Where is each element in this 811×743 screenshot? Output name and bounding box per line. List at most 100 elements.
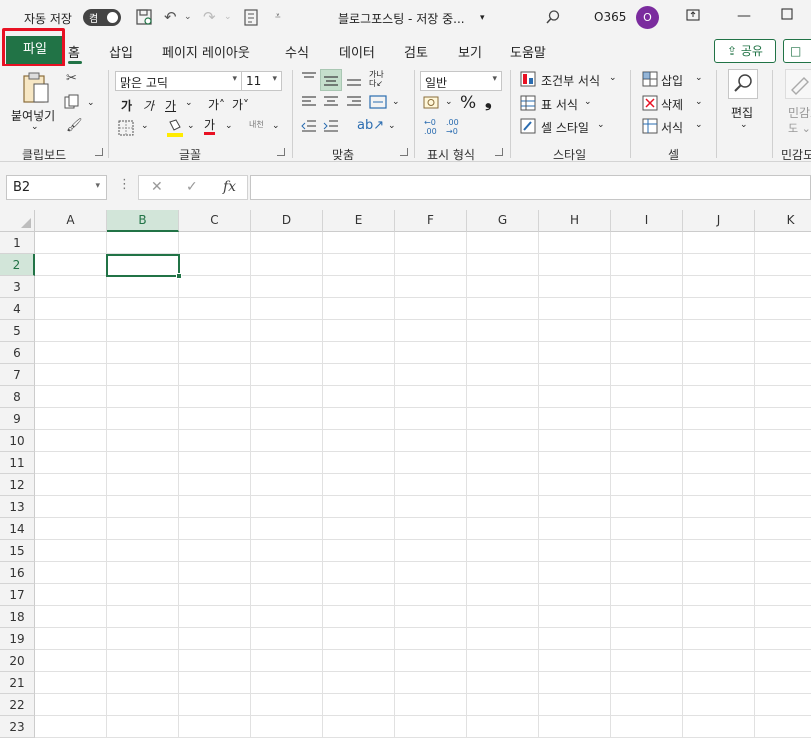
row-header-14[interactable]: 14 — [0, 518, 35, 540]
cell-f17[interactable] — [395, 584, 467, 606]
enter-icon[interactable]: ✓ — [186, 179, 198, 195]
cell-h20[interactable] — [539, 650, 611, 672]
column-header-g[interactable]: G — [467, 210, 539, 232]
customize-qat-icon[interactable]: ⩡ — [275, 11, 281, 22]
cell-f13[interactable] — [395, 496, 467, 518]
cell-a8[interactable] — [35, 386, 107, 408]
cell-f16[interactable] — [395, 562, 467, 584]
accounting-format-icon[interactable] — [423, 96, 441, 114]
cell-styles-icon[interactable] — [520, 118, 536, 138]
cell-a1[interactable] — [35, 232, 107, 254]
cell-k10[interactable] — [755, 430, 811, 452]
font-name-select[interactable]: 맑은 고딕 ▾ — [115, 71, 242, 91]
cell-d15[interactable] — [251, 540, 323, 562]
cell-e8[interactable] — [323, 386, 395, 408]
cell-d10[interactable] — [251, 430, 323, 452]
cell-d22[interactable] — [251, 694, 323, 716]
cell-j21[interactable] — [683, 672, 755, 694]
cell-e5[interactable] — [323, 320, 395, 342]
cell-e16[interactable] — [323, 562, 395, 584]
cell-d4[interactable] — [251, 298, 323, 320]
cell-f21[interactable] — [395, 672, 467, 694]
cell-d7[interactable] — [251, 364, 323, 386]
cell-e14[interactable] — [323, 518, 395, 540]
format-table-icon[interactable] — [520, 95, 536, 115]
cell-g14[interactable] — [467, 518, 539, 540]
cell-a21[interactable] — [35, 672, 107, 694]
cell-styles-dropdown-icon[interactable]: ⌄ — [597, 120, 605, 130]
row-header-22[interactable]: 22 — [0, 694, 35, 716]
sensitivity-label[interactable]: 민감도 — [788, 104, 811, 121]
undo-icon[interactable]: ↶ — [164, 8, 177, 26]
cell-i20[interactable] — [611, 650, 683, 672]
cell-f15[interactable] — [395, 540, 467, 562]
cell-k15[interactable] — [755, 540, 811, 562]
paste-icon[interactable] — [22, 72, 50, 108]
form-icon[interactable] — [244, 9, 258, 30]
insert-dropdown-icon[interactable]: ⌄ — [695, 73, 703, 83]
cell-styles-button[interactable]: 셀 스타일 — [541, 119, 589, 136]
cell-d17[interactable] — [251, 584, 323, 606]
cell-g6[interactable] — [467, 342, 539, 364]
cell-i17[interactable] — [611, 584, 683, 606]
fill-color-icon[interactable] — [166, 118, 184, 142]
cell-i4[interactable] — [611, 298, 683, 320]
cell-e17[interactable] — [323, 584, 395, 606]
format-cells-icon[interactable] — [642, 118, 658, 138]
sensitivity-dropdown-icon[interactable]: 도 ⌄ — [788, 120, 811, 136]
cell-j8[interactable] — [683, 386, 755, 408]
cell-g1[interactable] — [467, 232, 539, 254]
cell-b15[interactable] — [107, 540, 179, 562]
cell-i7[interactable] — [611, 364, 683, 386]
cell-h16[interactable] — [539, 562, 611, 584]
cell-g3[interactable] — [467, 276, 539, 298]
cell-a23[interactable] — [35, 716, 107, 738]
column-header-i[interactable]: I — [611, 210, 683, 232]
cell-b12[interactable] — [107, 474, 179, 496]
cell-h6[interactable] — [539, 342, 611, 364]
cell-h5[interactable] — [539, 320, 611, 342]
cell-d5[interactable] — [251, 320, 323, 342]
column-header-c[interactable]: C — [179, 210, 251, 232]
fill-handle[interactable] — [176, 273, 182, 279]
minimize-icon[interactable]: — — [737, 8, 751, 24]
row-header-8[interactable]: 8 — [0, 386, 35, 408]
phonetic-dropdown-icon[interactable]: ⌄ — [272, 121, 280, 131]
alignment-launcher-icon[interactable] — [400, 148, 408, 156]
cell-h23[interactable] — [539, 716, 611, 738]
cell-j14[interactable] — [683, 518, 755, 540]
cancel-icon[interactable]: ✕ — [151, 179, 163, 195]
cell-e9[interactable] — [323, 408, 395, 430]
cell-i18[interactable] — [611, 606, 683, 628]
cell-g21[interactable] — [467, 672, 539, 694]
cell-j7[interactable] — [683, 364, 755, 386]
cell-d9[interactable] — [251, 408, 323, 430]
align-left-icon[interactable] — [301, 95, 317, 113]
cell-b18[interactable] — [107, 606, 179, 628]
cell-c5[interactable] — [179, 320, 251, 342]
cell-i8[interactable] — [611, 386, 683, 408]
cell-b10[interactable] — [107, 430, 179, 452]
fill-color-dropdown-icon[interactable]: ⌄ — [187, 121, 195, 131]
cell-g22[interactable] — [467, 694, 539, 716]
cell-j23[interactable] — [683, 716, 755, 738]
phonetic-button[interactable]: 내천 — [249, 119, 264, 130]
cell-c10[interactable] — [179, 430, 251, 452]
cell-h7[interactable] — [539, 364, 611, 386]
cell-c7[interactable] — [179, 364, 251, 386]
cell-i15[interactable] — [611, 540, 683, 562]
cell-i14[interactable] — [611, 518, 683, 540]
clipboard-launcher-icon[interactable] — [95, 148, 103, 156]
cell-k3[interactable] — [755, 276, 811, 298]
number-format-select[interactable]: 일반 ▾ — [420, 71, 502, 91]
cell-h14[interactable] — [539, 518, 611, 540]
cell-h17[interactable] — [539, 584, 611, 606]
row-header-9[interactable]: 9 — [0, 408, 35, 430]
cell-j13[interactable] — [683, 496, 755, 518]
text-direction-icon[interactable]: ab↗ — [357, 118, 384, 133]
percent-button[interactable]: % — [460, 93, 476, 113]
cell-d1[interactable] — [251, 232, 323, 254]
cell-j11[interactable] — [683, 452, 755, 474]
column-header-a[interactable]: A — [35, 210, 107, 232]
cell-b7[interactable] — [107, 364, 179, 386]
